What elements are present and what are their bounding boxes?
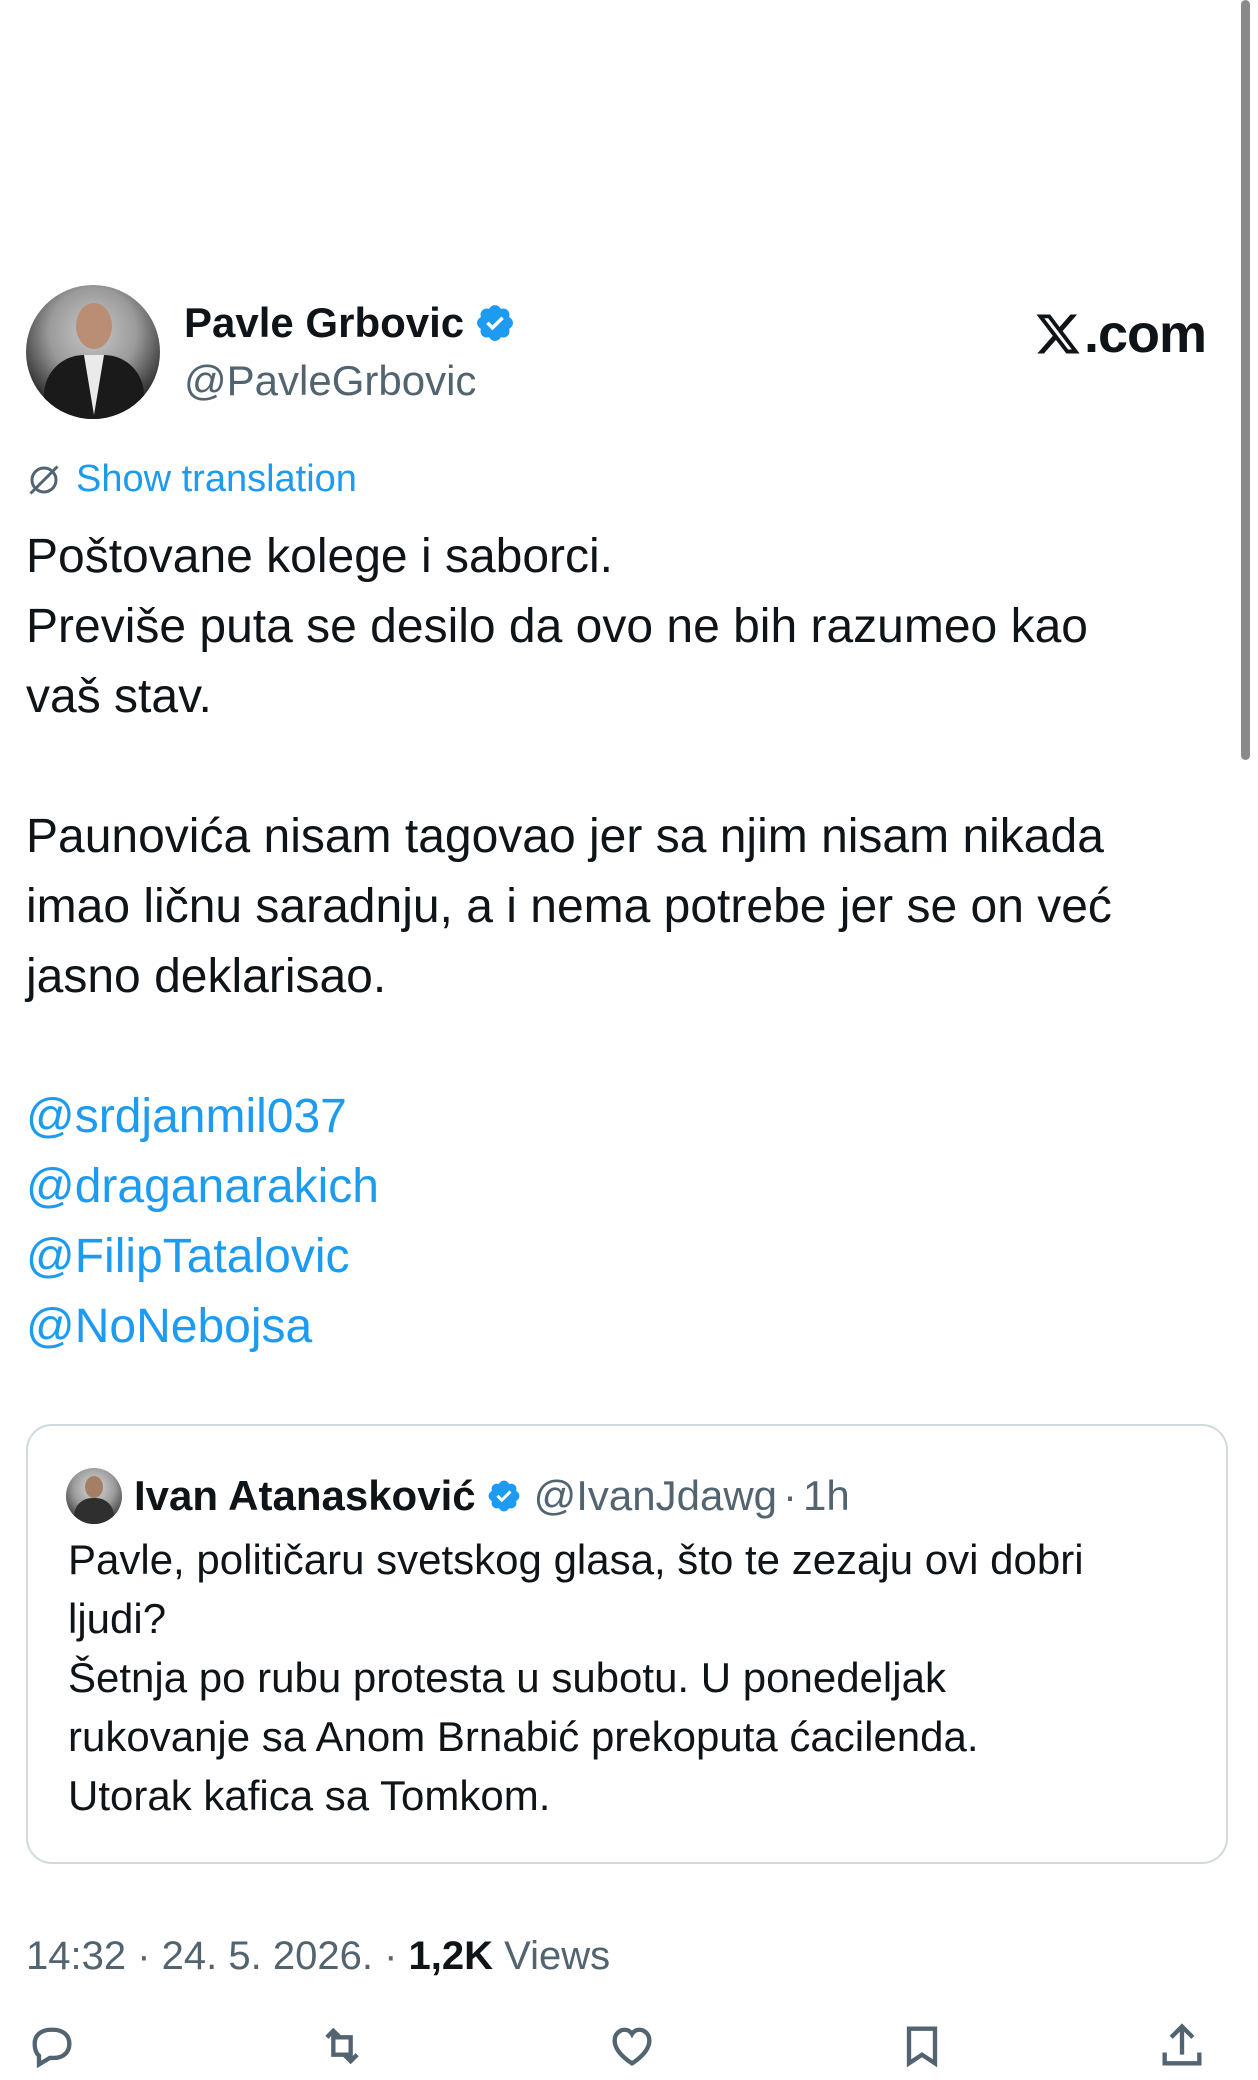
bookmark-icon[interactable] [896,2020,948,2072]
tweet-meta: 14:32 · 24. 5. 2026. · 1,2K Views [26,1934,610,1979]
mention-link[interactable]: @FilipTatalovic [26,1222,1206,1292]
translate-icon [29,464,59,495]
quote-line: Šetnja po rubu protesta u subotu. U pone… [68,1654,946,1701]
like-icon[interactable] [606,2020,658,2072]
tweet-line: Poštovane kolege i saborci. [26,530,614,583]
quote-line: ljudi? [68,1595,167,1642]
tweet-header: Pavle Grbovic @PavleGrbovic .com [26,285,1207,425]
tweet-text: Poštovane kolege i saborci. Previše puta… [26,522,1206,1362]
mention-link[interactable]: @NoNebojsa [26,1292,1206,1362]
quote-text: Pavle, političaru svetskog glasa, što te… [68,1530,1198,1825]
quote-line: rukovanje sa Anom Brnabić prekoputa ćaci… [68,1713,979,1760]
verified-badge-icon [488,1480,519,1512]
meta-separator: · [372,1934,409,1978]
share-icon[interactable] [1156,2020,1208,2072]
quoted-tweet-card[interactable]: Ivan Atanasković @IvanJdawg · 1h Pavle, … [26,1424,1228,1864]
author-handle[interactable]: @PavleGrbovic [184,357,476,405]
action-bar [26,2020,1216,2080]
quote-author-handle[interactable]: @IvanJdawg [534,1472,777,1520]
quote-header: Ivan Atanasković @IvanJdawg · 1h [66,1468,850,1524]
x-logo-icon [1036,314,1080,354]
quote-avatar-body [74,1498,114,1524]
avatar-head [76,303,112,349]
retweet-icon[interactable] [316,2020,368,2072]
tweet-line: jasno deklarisao. [26,950,387,1003]
author-name[interactable]: Pavle Grbovic [184,299,464,347]
tweet-line: Previše puta se desilo da ovo ne bih raz… [26,600,1088,653]
views-count: 1,2K [408,1934,494,1978]
quote-author-avatar[interactable] [66,1468,122,1524]
views-label: Views [504,1934,611,1978]
tweet-date[interactable]: 24. 5. 2026. [162,1934,373,1978]
show-translation-link[interactable]: Show translation [26,458,357,501]
tweet-line: Paunovića nisam tagovao jer sa njim nisa… [26,810,1104,863]
mention-link[interactable]: @draganarakich [26,1152,1206,1222]
tweet-line: imao ličnu saradnju, a i nema potrebe je… [26,880,1112,933]
author-avatar[interactable] [26,285,160,419]
x-com-suffix: .com [1083,304,1207,364]
quote-separator: · [783,1472,798,1519]
verified-badge-icon [477,305,514,341]
quote-line: Utorak kafica sa Tomkom. [68,1772,551,1819]
show-translation-label[interactable]: Show translation [76,458,357,501]
tweet-time[interactable]: 14:32 [26,1934,126,1978]
author-name-row[interactable]: Pavle Grbovic [184,299,516,347]
meta-separator: · [126,1934,162,1978]
quote-avatar-head [85,1476,103,1498]
reply-icon[interactable] [26,2020,78,2072]
scrollbar[interactable] [1241,0,1250,760]
quote-timestamp[interactable]: 1h [803,1472,850,1520]
quote-author-name[interactable]: Ivan Atanasković [134,1472,476,1520]
mention-link[interactable]: @srdjanmil037 [26,1082,1206,1152]
quote-line: Pavle, političaru svetskog glasa, što te… [68,1536,1084,1583]
tweet-line: vaš stav. [26,670,212,723]
x-com-logo: .com [1034,303,1207,365]
